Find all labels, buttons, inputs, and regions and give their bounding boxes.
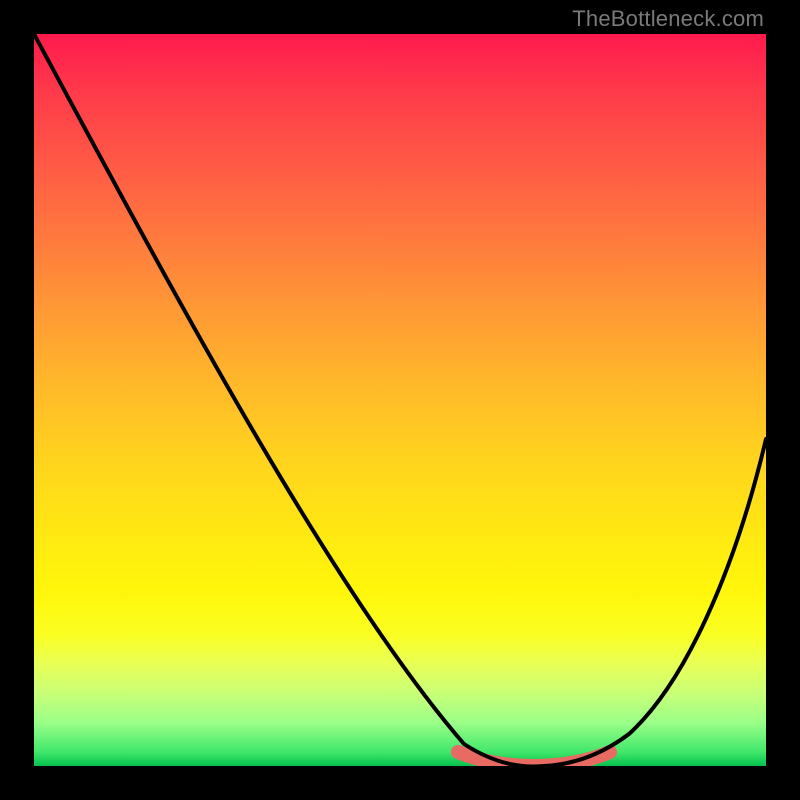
- plot-area: [34, 34, 766, 766]
- watermark-text: TheBottleneck.com: [572, 6, 764, 32]
- chart-frame: TheBottleneck.com: [0, 0, 800, 800]
- bottleneck-curve: [34, 34, 766, 766]
- curve-layer: [34, 34, 766, 766]
